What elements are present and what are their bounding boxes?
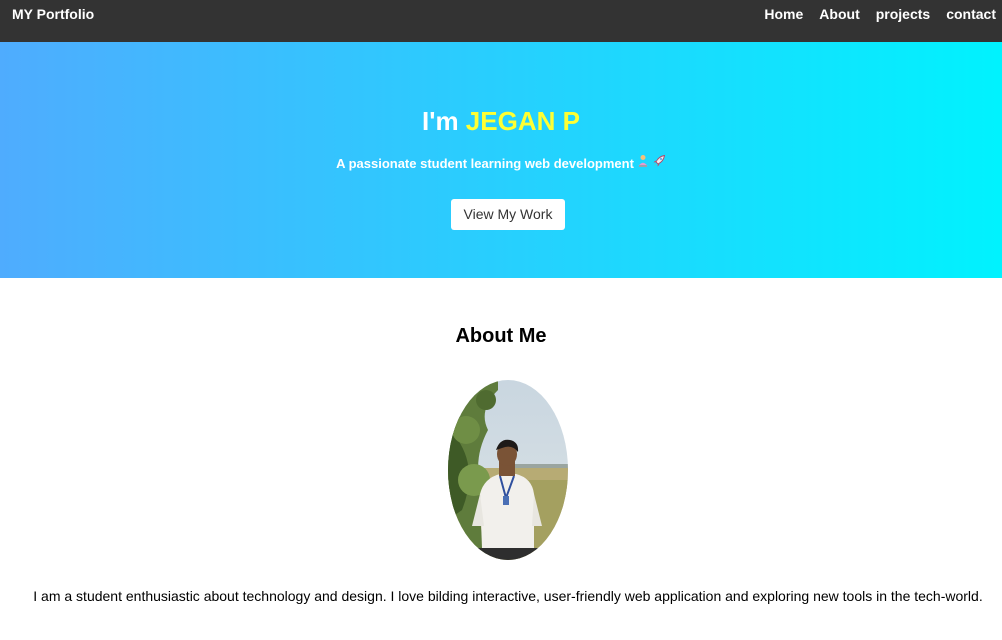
- hero-tagline: A passionate student learning web develo…: [0, 154, 1002, 172]
- hero-heading: I'm JEGAN P: [0, 106, 1002, 136]
- nav-link-home[interactable]: Home: [764, 6, 803, 22]
- nav-item-about: About: [819, 6, 859, 24]
- hero-name: JEGAN P: [465, 106, 580, 136]
- nav-links: Home About projects contact: [764, 6, 996, 24]
- brand-logo[interactable]: MY Portfolio: [12, 6, 94, 22]
- nav-item-contact: contact: [946, 6, 996, 24]
- person-at-laptop-icon: [636, 154, 650, 172]
- nav-link-projects[interactable]: projects: [876, 6, 930, 22]
- nav-item-home: Home: [764, 6, 803, 24]
- rocket-icon: [652, 154, 666, 172]
- navbar: MY Portfolio Home About projects contact: [0, 0, 1002, 42]
- about-text: I am a student enthusiastic about techno…: [33, 588, 983, 604]
- about-title: About Me: [455, 325, 547, 347]
- hero-tagline-text: A passionate student learning web develo…: [336, 156, 634, 171]
- hero-greeting: I'm: [422, 106, 466, 136]
- hero-section: I'm JEGAN P A passionate student learnin…: [0, 42, 1002, 278]
- nav-link-about[interactable]: About: [819, 6, 859, 22]
- nav-link-contact[interactable]: contact: [946, 6, 996, 22]
- nav-item-projects: projects: [876, 6, 930, 24]
- profile-photo: [448, 380, 568, 560]
- view-my-work-button[interactable]: View My Work: [451, 199, 565, 230]
